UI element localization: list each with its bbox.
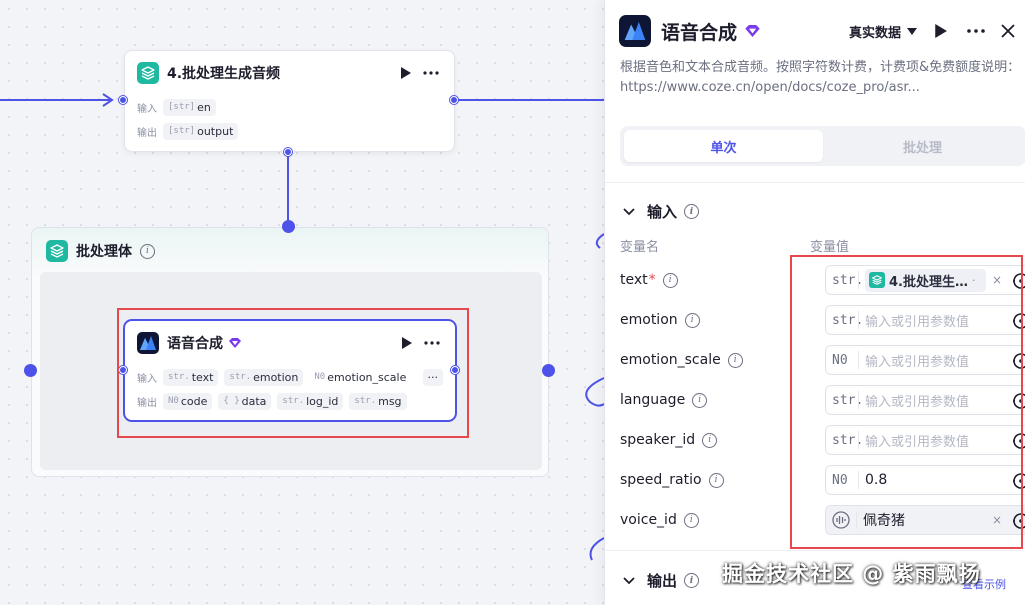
tab-single[interactable]: 单次 xyxy=(624,130,823,162)
info-icon[interactable]: i xyxy=(140,243,155,259)
batch-top-port[interactable] xyxy=(282,220,295,233)
input-label: 输入 xyxy=(137,103,157,115)
batch-right-port[interactable] xyxy=(542,364,555,377)
column-header-name: 变量名 xyxy=(620,240,660,255)
more-options-icon[interactable] xyxy=(965,22,987,40)
mode-tabs: 单次 批处理 xyxy=(620,126,1025,166)
panel-highlight xyxy=(790,255,1023,549)
input-param-chip: [str] en xyxy=(163,98,216,116)
batch-title: 批处理体 xyxy=(76,244,132,260)
chevron-down-icon xyxy=(623,576,635,585)
info-icon[interactable]: i xyxy=(692,392,708,408)
info-icon[interactable]: i xyxy=(727,352,743,368)
close-icon[interactable] xyxy=(1001,24,1015,38)
divider xyxy=(605,182,1025,183)
output-label: 输出 xyxy=(137,127,157,139)
mountain-logo-icon xyxy=(619,15,651,47)
node-batch-generate-audio[interactable]: 4.批处理生成音频 输入 [str] en 输出 [str] output xyxy=(124,50,455,152)
panel-title: 语音合成 xyxy=(661,21,738,44)
data-mode-dropdown[interactable]: 真实数据 xyxy=(849,22,917,41)
info-icon[interactable]: i xyxy=(684,204,700,219)
watermark: 掘金技术社区 @ 紫雨飘扬 xyxy=(722,562,981,586)
layers-icon xyxy=(46,240,68,262)
info-icon[interactable]: i xyxy=(708,472,724,488)
input-section-title: 输入 xyxy=(647,203,678,221)
info-icon[interactable]: i xyxy=(683,512,699,528)
output-port[interactable] xyxy=(450,96,458,104)
more-options-icon[interactable] xyxy=(420,64,442,82)
output-section-header[interactable]: 输出 i xyxy=(623,570,700,591)
input-port[interactable] xyxy=(119,96,127,104)
param-name: voice_id xyxy=(620,512,677,528)
required-marker: * xyxy=(648,272,656,288)
diamond-badge-icon xyxy=(745,25,760,37)
param-name: emotion xyxy=(620,312,678,328)
param-name: speaker_id xyxy=(620,432,696,448)
info-icon[interactable]: i xyxy=(684,312,700,328)
input-section-header[interactable]: 输入 i xyxy=(623,201,700,222)
info-icon[interactable]: i xyxy=(684,573,700,588)
divider xyxy=(605,550,1025,551)
output-section-title: 输出 xyxy=(647,572,678,590)
param-name: speed_ratio xyxy=(620,472,702,488)
info-icon[interactable]: i xyxy=(702,432,718,448)
param-name: emotion_scale xyxy=(620,352,721,368)
param-name: language xyxy=(620,392,686,408)
panel-description: 根据音色和文本合成音频。按照字符数计费，计费项&免费额度说明：https://w… xyxy=(620,60,1021,95)
selection-highlight xyxy=(117,308,469,438)
caret-down-icon xyxy=(907,27,917,35)
run-button[interactable] xyxy=(931,22,949,40)
output-param-chip: [str] output xyxy=(163,122,239,140)
info-icon[interactable]: i xyxy=(662,272,678,288)
run-node-button[interactable] xyxy=(396,64,414,82)
batch-left-port[interactable] xyxy=(24,364,37,377)
chevron-down-icon xyxy=(623,207,635,216)
node-title: 4.批处理生成音频 xyxy=(167,66,281,82)
tab-batch[interactable]: 批处理 xyxy=(823,130,1022,162)
layers-icon xyxy=(137,62,159,84)
batch-port[interactable] xyxy=(284,148,292,156)
param-name: text xyxy=(620,272,648,288)
column-header-value: 变量值 xyxy=(810,240,850,255)
